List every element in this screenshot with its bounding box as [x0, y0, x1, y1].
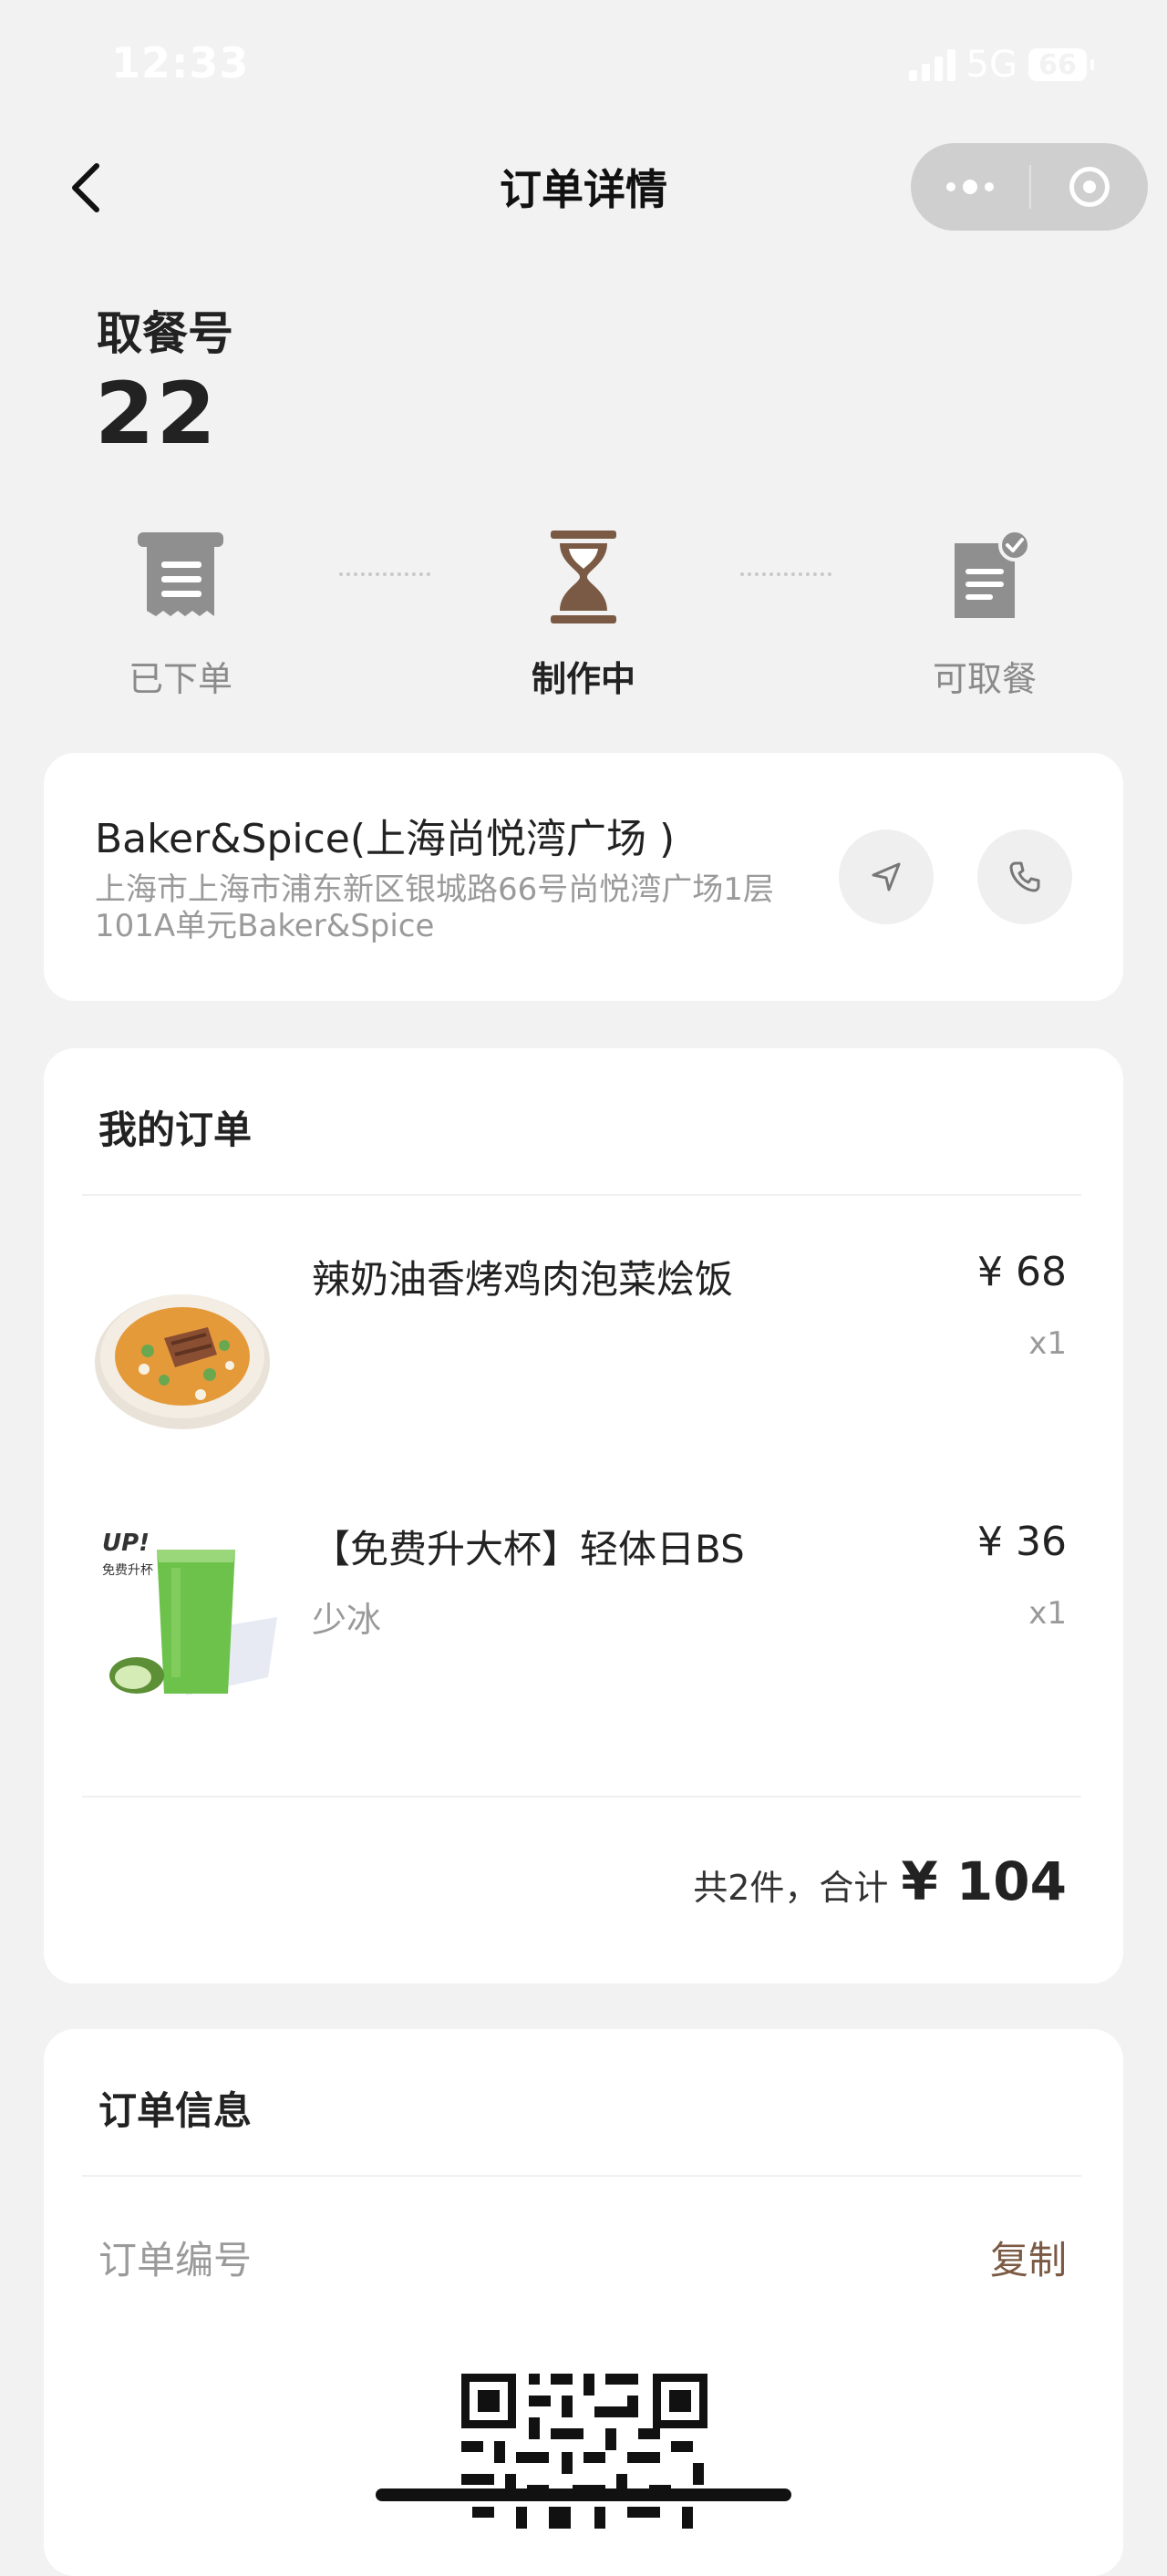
- step-label-ready: 可取餐: [932, 659, 1037, 699]
- step-ordered: 已下单: [71, 529, 290, 701]
- step-ready: 可取餐: [875, 529, 1094, 701]
- step-label-ordered: 已下单: [128, 659, 232, 699]
- document-check-icon: [955, 529, 1031, 618]
- pickup-label: 取餐号: [97, 307, 233, 360]
- signal-icon: [908, 48, 955, 81]
- battery-level: 66: [1038, 48, 1077, 81]
- target-icon: [1069, 167, 1110, 207]
- step-label-preparing: 制作中: [531, 659, 635, 699]
- divider: [82, 1796, 1081, 1798]
- navigation-arrow-icon: [872, 862, 901, 891]
- item-price: ¥ 68: [977, 1249, 1067, 1295]
- miniprogram-capsule: [911, 143, 1148, 231]
- phone-icon: [1009, 861, 1040, 892]
- store-name: Baker&Spice(上海尚悦湾广场 ): [95, 816, 676, 862]
- item-name: 【免费升大杯】轻体日BS: [312, 1527, 745, 1571]
- item-spec: 少冰: [312, 1600, 382, 1640]
- divider: [82, 2175, 1081, 2177]
- more-dots-icon: [946, 182, 955, 191]
- qr-code: [461, 2374, 707, 2532]
- upsize-badge: UP!: [102, 1530, 150, 1557]
- order-card: [44, 1048, 1123, 1984]
- item-name: 辣奶油香烤鸡肉泡菜烩饭: [312, 1257, 734, 1302]
- store-address: 上海市上海市浦东新区银城路66号尚悦湾广场1层101A单元Baker&Spice: [95, 871, 774, 944]
- progress-connector: [740, 572, 831, 576]
- hourglass-icon: [551, 531, 616, 623]
- status-time: 12:33: [111, 38, 250, 88]
- more-button[interactable]: [911, 143, 1029, 231]
- order-number-label: 订单编号: [98, 2238, 253, 2282]
- item-quantity: x1: [1028, 1325, 1067, 1362]
- close-miniprogram-button[interactable]: [1031, 143, 1148, 231]
- navigate-button[interactable]: [839, 829, 934, 924]
- step-preparing: 制作中: [474, 529, 693, 701]
- battery-icon: 66: [1028, 48, 1094, 81]
- copy-order-number-button[interactable]: 复制: [990, 2230, 1067, 2285]
- divider: [82, 1194, 1081, 1196]
- progress-connector: [339, 572, 430, 576]
- order-info-title: 订单信息: [98, 2088, 253, 2133]
- item-image-risotto: [91, 1267, 274, 1444]
- item-image-juice: UP! 免费升杯: [98, 1522, 281, 1708]
- home-indicator: [376, 2488, 791, 2501]
- upsize-badge-subtitle: 免费升杯: [102, 1563, 153, 1578]
- order-section-title: 我的订单: [98, 1108, 253, 1152]
- summary-label: 共2件，合计: [693, 1868, 889, 1908]
- item-quantity: x1: [1028, 1595, 1067, 1632]
- call-button[interactable]: [977, 829, 1072, 924]
- network-type: 5G: [966, 44, 1017, 86]
- status-indicators: 5G 66: [908, 44, 1094, 86]
- receipt-icon: [138, 532, 223, 616]
- order-summary: 共2件，合计 ¥ 104: [693, 1850, 1067, 1912]
- pickup-number: 22: [95, 365, 218, 464]
- order-total: ¥ 104: [901, 1850, 1067, 1912]
- item-price: ¥ 36: [977, 1519, 1067, 1565]
